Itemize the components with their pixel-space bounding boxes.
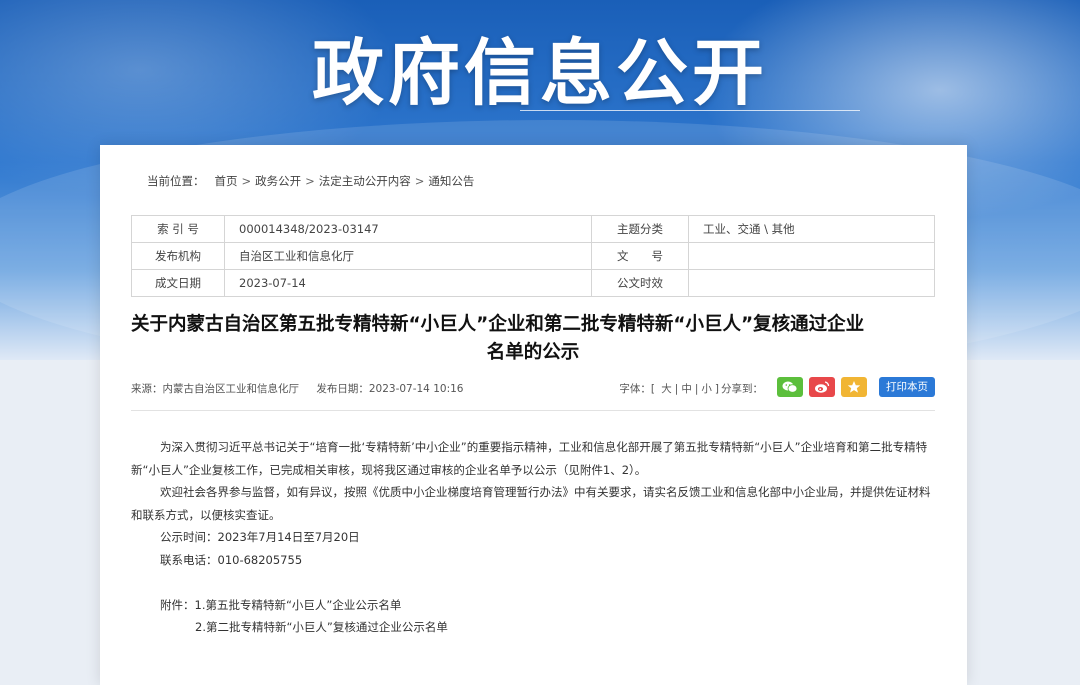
font-large-button[interactable]: 大: [661, 383, 672, 395]
breadcrumb-separator: >: [241, 174, 252, 188]
article-body: 为深入贯彻习近平总书记关于“培育一批‘专精特新’中小企业”的重要指示精神，工业和…: [131, 436, 935, 639]
share-label: 分享到：: [721, 383, 763, 395]
article-tools: 字体：[ 大 | 中 | 小] 分享到： 打印本页: [515, 377, 935, 399]
font-size-label: 字体：[: [619, 383, 655, 395]
site-title: 政府信息公开: [311, 31, 768, 115]
breadcrumb-separator: >: [305, 174, 315, 188]
validity-value: [688, 269, 935, 297]
breadcrumb-notices[interactable]: 通知公告: [428, 173, 474, 189]
article-source: 来源：内蒙古自治区工业和信息化厅: [131, 383, 299, 395]
docno-value: [688, 242, 935, 270]
meta-row: 索 引 号 000014348/2023-03147 主题分类 工业、交通 \ …: [131, 215, 935, 243]
breadcrumb-label: 当前位置：: [147, 174, 205, 188]
share-weibo-button[interactable]: [809, 377, 835, 397]
content-divider: [131, 410, 935, 411]
font-small-button[interactable]: 小: [701, 383, 712, 395]
breadcrumb-separator: >: [414, 174, 425, 188]
attachment-link-1[interactable]: 附件：1.第五批专精特新“小巨人”企业公示名单: [131, 594, 935, 617]
font-size-control: 字体：[ 大 | 中 | 小]: [619, 383, 719, 395]
wechat-icon: [782, 381, 798, 393]
print-page-button[interactable]: 打印本页: [879, 377, 935, 397]
share-wechat-button[interactable]: [777, 377, 803, 397]
title-underline: [520, 110, 860, 111]
breadcrumb-gov-affairs[interactable]: 政务公开: [255, 173, 301, 189]
topic-value: 工业、交通 \ 其他: [688, 215, 935, 243]
notice-period: 公示时间：2023年7月14日至7月20日: [160, 530, 360, 544]
weibo-icon: [815, 381, 830, 393]
article-title-line2: 名单的公示: [486, 342, 580, 363]
font-medium-button[interactable]: 中: [681, 383, 692, 395]
breadcrumb: 当前位置： 首页 > 政务公开 > 法定主动公开内容 > 通知公告: [147, 173, 474, 189]
font-size-bracket: ]: [714, 383, 719, 395]
breadcrumb-statutory[interactable]: 法定主动公开内容: [319, 173, 411, 189]
article-publish-date: 发布日期：2023-07-14 10:16: [316, 383, 464, 395]
topic-label: 主题分类: [591, 215, 689, 243]
article-info-bar: 来源：内蒙古自治区工业和信息化厅 发布日期：2023-07-14 10:16 字…: [131, 377, 935, 401]
docno-label: 文 号: [591, 242, 689, 270]
index-label: 索 引 号: [131, 215, 225, 243]
validity-label: 公文时效: [591, 269, 689, 297]
date-label: 成文日期: [131, 269, 225, 297]
issuer-value: 自治区工业和信息化厅: [224, 242, 592, 270]
share-qzone-button[interactable]: [841, 377, 867, 397]
date-value: 2023-07-14: [224, 269, 592, 297]
article-info: 来源：内蒙古自治区工业和信息化厅 发布日期：2023-07-14 10:16: [131, 381, 477, 396]
index-value: 000014348/2023-03147: [224, 215, 592, 243]
article-title-line1: 关于内蒙古自治区第五批专精特新“小巨人”企业和第二批专精特新“小巨人”复核通过企…: [131, 314, 865, 335]
body-paragraph: 为深入贯彻习近平总书记关于“培育一批‘专精特新’中小企业”的重要指示精神，工业和…: [131, 440, 928, 477]
contact-phone: 联系电话：010-68205755: [160, 552, 303, 567]
qzone-star-icon: [847, 381, 861, 393]
breadcrumb-home[interactable]: 首页: [215, 173, 238, 189]
issuer-label: 发布机构: [131, 242, 225, 270]
article-title: 关于内蒙古自治区第五批专精特新“小巨人”企业和第二批专精特新“小巨人”复核通过企…: [131, 311, 935, 367]
body-paragraph: 欢迎社会各界参与监督，如有异议，按照《优质中小企业梯度培育管理暂行办法》中有关要…: [131, 485, 931, 522]
meta-row: 成文日期 2023-07-14 公文时效: [131, 269, 935, 297]
meta-row: 发布机构 自治区工业和信息化厅 文 号: [131, 242, 935, 270]
document-meta-table: 索 引 号 000014348/2023-03147 主题分类 工业、交通 \ …: [131, 215, 935, 297]
attachment-link-2[interactable]: 2.第二批专精特新“小巨人”复核通过企业公示名单: [131, 616, 935, 639]
content-card: 当前位置： 首页 > 政务公开 > 法定主动公开内容 > 通知公告 索 引 号 0000143…: [100, 145, 967, 685]
